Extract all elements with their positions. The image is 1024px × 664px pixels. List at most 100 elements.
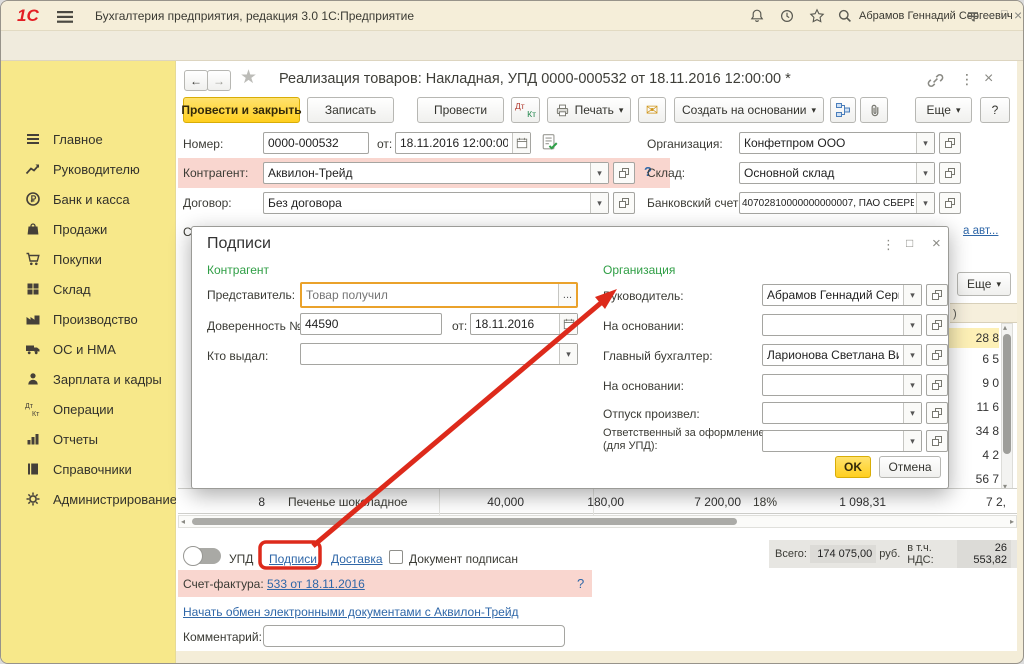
representative-input[interactable] [302, 284, 558, 306]
upd-toggle[interactable] [185, 548, 221, 564]
organization-open-button[interactable] [939, 132, 961, 154]
dialog-close-icon[interactable]: × [932, 235, 941, 252]
accountant-basis-open-button[interactable] [926, 374, 948, 396]
ok-button[interactable]: OK [835, 456, 871, 478]
counterparty-open-button[interactable] [613, 162, 635, 184]
dropdown-icon[interactable]: ▾ [903, 345, 921, 365]
organization-input[interactable] [740, 133, 916, 153]
form-more-dots-icon[interactable]: ⋮ [960, 71, 974, 88]
upd-responsible-input[interactable] [763, 431, 903, 451]
dropdown-icon[interactable]: ▾ [916, 193, 934, 213]
vscroll-thumb[interactable] [1003, 334, 1011, 454]
dropdown-icon[interactable]: ▾ [903, 403, 921, 423]
poa-number-input[interactable] [300, 313, 442, 335]
contract-open-button[interactable] [613, 192, 635, 214]
window-maximize-button[interactable]: □ [1001, 8, 1008, 20]
main-menu-icon[interactable] [57, 10, 73, 22]
table-row[interactable]: 8 Печенье шоколадное 40,000 180,00 7 200… [178, 488, 1017, 514]
table-cell-partial[interactable]: 56 7 [949, 472, 999, 486]
favorites-star-icon[interactable] [807, 7, 827, 25]
table-cell-partial[interactable]: 4 2 [949, 448, 999, 462]
table-cell-partial[interactable]: 34 8 [949, 424, 999, 438]
signatures-link[interactable]: Подписи [269, 552, 317, 566]
sidebar-item-fixed-assets[interactable]: ОС и НМА [1, 334, 176, 364]
hscroll-left-icon[interactable]: ◂ [181, 517, 185, 526]
history-icon[interactable] [777, 7, 797, 25]
warehouse-open-button[interactable] [939, 162, 961, 184]
sidebar-item-production[interactable]: Производство [1, 304, 176, 334]
dropdown-icon[interactable]: ▾ [903, 315, 921, 335]
post-and-close-button[interactable]: Провести и закрыть [183, 97, 300, 123]
sidebar-item-directories[interactable]: Справочники [1, 454, 176, 484]
poa-date-input[interactable] [471, 314, 559, 334]
form-close-icon[interactable]: × [984, 70, 993, 88]
help-button[interactable]: ? [980, 97, 1010, 123]
sidebar-item-administration[interactable]: Администрирование [1, 484, 176, 514]
number-input[interactable] [263, 132, 369, 154]
table-vscrollbar[interactable]: ▴ ▾ [1001, 323, 1013, 491]
create-on-basis-button[interactable]: Создать на основании▾ [674, 97, 824, 123]
settlements-link-fragment[interactable]: а авт... [963, 225, 998, 237]
chief-accountant-input[interactable] [763, 345, 903, 365]
sidebar-item-reports[interactable]: Отчеты [1, 424, 176, 454]
comment-input[interactable] [263, 625, 565, 647]
sidebar-item-bank-cash[interactable]: Банк и касса [1, 184, 176, 214]
service-menu-icon[interactable] [963, 7, 983, 25]
head-basis-input[interactable] [763, 315, 903, 335]
invoice-help-icon[interactable]: ? [577, 576, 584, 591]
sidebar-item-manager[interactable]: Руководителю [1, 154, 176, 184]
table-cell-partial[interactable]: 11 6 [949, 400, 999, 414]
bank-account-open-button[interactable] [939, 192, 961, 214]
edi-exchange-link[interactable]: Начать обмен электронными документами с … [183, 605, 519, 619]
hscroll-right-icon[interactable]: ▸ [1010, 517, 1014, 526]
get-link-icon[interactable] [927, 72, 944, 94]
chief-accountant-open-button[interactable] [926, 344, 948, 366]
table-hscrollbar[interactable]: ◂ ▸ [178, 515, 1017, 528]
dropdown-icon[interactable]: ▾ [590, 193, 608, 213]
document-signed-checkbox[interactable] [389, 550, 403, 564]
table-cell-partial[interactable]: 6 5 [949, 352, 999, 366]
releaser-open-button[interactable] [926, 402, 948, 424]
choose-button[interactable]: ... [558, 284, 576, 306]
attachments-button[interactable] [860, 97, 888, 123]
dropdown-icon[interactable]: ▾ [903, 285, 921, 305]
sidebar-item-salary-hr[interactable]: Зарплата и кадры [1, 364, 176, 394]
sidebar-item-operations[interactable]: ДтКтОперации [1, 394, 176, 424]
sidebar-item-main[interactable]: Главное [1, 124, 176, 154]
warehouse-input[interactable] [740, 163, 916, 183]
sidebar-item-sales[interactable]: Продажи [1, 214, 176, 244]
accountant-basis-input[interactable] [763, 375, 903, 395]
calendar-icon[interactable] [559, 314, 577, 334]
date-input[interactable] [396, 133, 512, 153]
post-button[interactable]: Провести [417, 97, 504, 123]
sidebar-item-purchases[interactable]: Покупки [1, 244, 176, 274]
upd-responsible-open-button[interactable] [926, 430, 948, 452]
bank-account-input[interactable] [740, 193, 916, 213]
vscroll-up-icon[interactable]: ▴ [1003, 323, 1007, 332]
table-cell-partial[interactable]: 28 8 [949, 328, 999, 348]
nav-back-button[interactable]: ← [184, 70, 208, 91]
dropdown-icon[interactable]: ▾ [916, 163, 934, 183]
write-button[interactable]: Записать [307, 97, 394, 123]
print-button[interactable]: Печать▾ [547, 97, 631, 123]
cancel-button[interactable]: Отмена [879, 456, 941, 478]
invoice-link[interactable]: 533 от 18.11.2016 [267, 577, 365, 591]
favorite-star-icon[interactable]: ★ [240, 66, 257, 89]
dropdown-icon[interactable]: ▾ [559, 344, 577, 364]
show-postings-button[interactable]: Дт Кт [511, 97, 540, 123]
calendar-icon[interactable] [512, 133, 530, 153]
structure-button[interactable] [830, 97, 856, 123]
counterparty-input[interactable] [264, 163, 590, 183]
dropdown-icon[interactable]: ▾ [590, 163, 608, 183]
head-input[interactable] [763, 285, 903, 305]
form-more-button[interactable]: Еще▾ [915, 97, 972, 123]
window-close-button[interactable]: × [1014, 7, 1022, 23]
head-open-button[interactable] [926, 284, 948, 306]
table-more-button[interactable]: Еще▾ [957, 272, 1011, 296]
delivery-link[interactable]: Доставка [331, 552, 383, 566]
dropdown-icon[interactable]: ▾ [903, 375, 921, 395]
releaser-input[interactable] [763, 403, 903, 423]
window-minimize-button[interactable]: – [986, 7, 993, 22]
contract-input[interactable] [264, 193, 590, 213]
issuer-input[interactable] [301, 344, 559, 364]
